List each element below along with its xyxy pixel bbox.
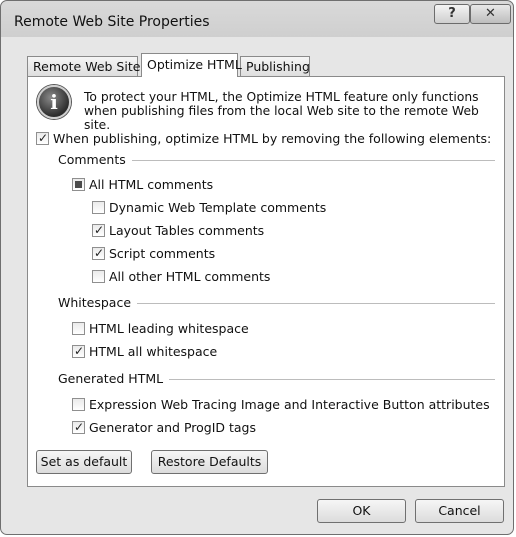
layout-tables-comments-label: Layout Tables comments [109,223,265,238]
generator-progid-tags-label: Generator and ProgID tags [89,420,256,435]
html-leading-whitespace-checkbox[interactable] [72,322,85,335]
checkmark-icon: ✓ [73,420,85,434]
dialog-window: Remote Web Site Properties ? ✕ Remote We… [0,0,514,535]
all-html-comments-label: All HTML comments [89,177,214,192]
close-button[interactable]: ✕ [470,4,511,24]
tab-optimize-html[interactable]: Optimize HTML [141,53,242,77]
all-other-html-comments-label: All other HTML comments [109,269,271,284]
ok-button[interactable]: OK [317,499,406,523]
html-leading-whitespace-label: HTML leading whitespace [89,321,249,336]
close-icon: ✕ [485,6,496,21]
html-all-whitespace-checkbox[interactable]: ✓ [72,344,85,358]
all-other-html-comments-checkbox[interactable] [92,270,105,283]
all-html-comments-checkbox[interactable] [72,178,85,191]
info-message: To protect your HTML, the Optimize HTML … [84,90,479,132]
tab-remote-web-site[interactable]: Remote Web Site [27,56,140,76]
optimize-html-panel: i To protect your HTML, the Optimize HTM… [27,76,505,487]
script-comments-label: Script comments [109,246,216,261]
generated-html-group-header: Generated HTML [58,371,495,387]
whitespace-group-header: Whitespace [58,295,495,311]
group-divider [137,302,495,304]
group-divider [169,378,495,380]
dynamic-web-template-comments-label: Dynamic Web Template comments [109,200,327,215]
checkmark-icon: ✓ [37,131,49,145]
script-comments-checkbox[interactable]: ✓ [92,246,105,260]
optimize-html-label: When publishing, optimize HTML by removi… [53,131,492,146]
checkmark-icon: ✓ [73,344,85,358]
tracing-image-attributes-label: Expression Web Tracing Image and Interac… [89,397,490,412]
generated-html-group-title: Generated HTML [58,371,164,386]
html-all-whitespace-label: HTML all whitespace [89,344,218,359]
title-bar: Remote Web Site Properties ? ✕ [1,1,513,37]
restore-defaults-button[interactable]: Restore Defaults [151,450,268,474]
optimize-html-checkbox[interactable]: ✓ [36,131,49,145]
help-button[interactable]: ? [434,4,470,24]
comments-group-header: Comments [58,152,495,168]
checkmark-icon: ✓ [93,246,105,260]
cancel-button[interactable]: Cancel [415,499,504,523]
comments-group-title: Comments [58,152,126,167]
checkmark-icon: ✓ [93,223,105,237]
window-title: Remote Web Site Properties [14,14,210,30]
help-icon: ? [448,6,456,21]
layout-tables-comments-checkbox[interactable]: ✓ [92,223,105,237]
set-as-default-button[interactable]: Set as default [36,450,132,474]
tracing-image-attributes-checkbox[interactable] [72,398,85,411]
group-divider [131,159,495,161]
generator-progid-tags-checkbox[interactable]: ✓ [72,420,85,434]
whitespace-group-title: Whitespace [58,295,132,310]
dynamic-web-template-comments-checkbox[interactable] [92,201,105,214]
info-icon: i [37,85,71,119]
tab-publishing[interactable]: Publishing [240,56,310,76]
